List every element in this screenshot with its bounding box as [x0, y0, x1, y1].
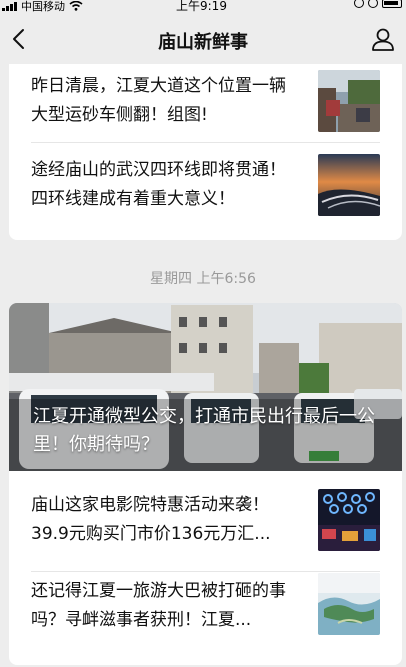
- date-label: 星期四 上午6:56: [150, 271, 256, 287]
- article-title: 还记得江夏一旅游大巴被打砸的事吗？寻衅滋事者获刑！江夏...: [31, 581, 286, 630]
- list-item[interactable]: 还记得江夏一旅游大巴被打砸的事吗？寻衅滋事者获刑！江夏...: [9, 573, 402, 663]
- article-card-top: 昨日清晨，江夏大道这个位置一辆大型运砂车侧翻！组图! 途经庙山的武汉四环线即将贯…: [9, 64, 402, 240]
- wifi-icon: [69, 1, 83, 11]
- list-item[interactable]: 庙山这家电影院特惠活动来袭！39.9元购买门市价136元万汇...: [9, 479, 402, 563]
- lock-rotation-icon: [368, 0, 378, 8]
- status-left: 中国移动: [2, 0, 83, 14]
- hero-title: 江夏开通微型公交，打通市民出行最后一公里！你期待吗？: [33, 406, 375, 455]
- alarm-icon: [354, 0, 364, 8]
- status-right: [354, 0, 402, 8]
- article-thumbnail: [318, 70, 380, 132]
- list-item[interactable]: 昨日清晨，江夏大道这个位置一辆大型运砂车侧翻！组图!: [9, 64, 402, 136]
- profile-icon[interactable]: [370, 26, 396, 52]
- hero-article[interactable]: 江夏开通微型公交，打通市民出行最后一公里！你期待吗？: [9, 303, 402, 471]
- page-title: 庙山新鲜事: [158, 32, 248, 53]
- nav-bar: 庙山新鲜事: [0, 14, 406, 64]
- divider: [31, 142, 380, 143]
- article-thumbnail: [318, 489, 380, 551]
- carrier-label: 中国移动: [21, 0, 65, 13]
- article-thumbnail: [318, 154, 380, 216]
- battery-icon: [382, 0, 402, 8]
- article-title: 途经庙山的武汉四环线即将贯通！四环线建成有着重大意义！: [31, 160, 286, 209]
- signal-icon: [2, 1, 17, 11]
- status-time: 上午9:19: [176, 0, 227, 13]
- article-title: 昨日清晨，江夏大道这个位置一辆大型运砂车侧翻！组图!: [31, 76, 286, 125]
- article-card-bottom: 江夏开通微型公交，打通市民出行最后一公里！你期待吗？ 庙山这家电影院特惠活动来袭…: [9, 303, 402, 665]
- article-title: 庙山这家电影院特惠活动来袭！39.9元购买门市价136元万汇...: [31, 495, 271, 544]
- list-item[interactable]: 途经庙山的武汉四环线即将贯通！四环线建成有着重大意义！: [9, 150, 402, 234]
- article-thumbnail: [318, 573, 380, 635]
- divider: [31, 571, 380, 572]
- status-bar: 中国移动 上午9:19: [0, 0, 406, 14]
